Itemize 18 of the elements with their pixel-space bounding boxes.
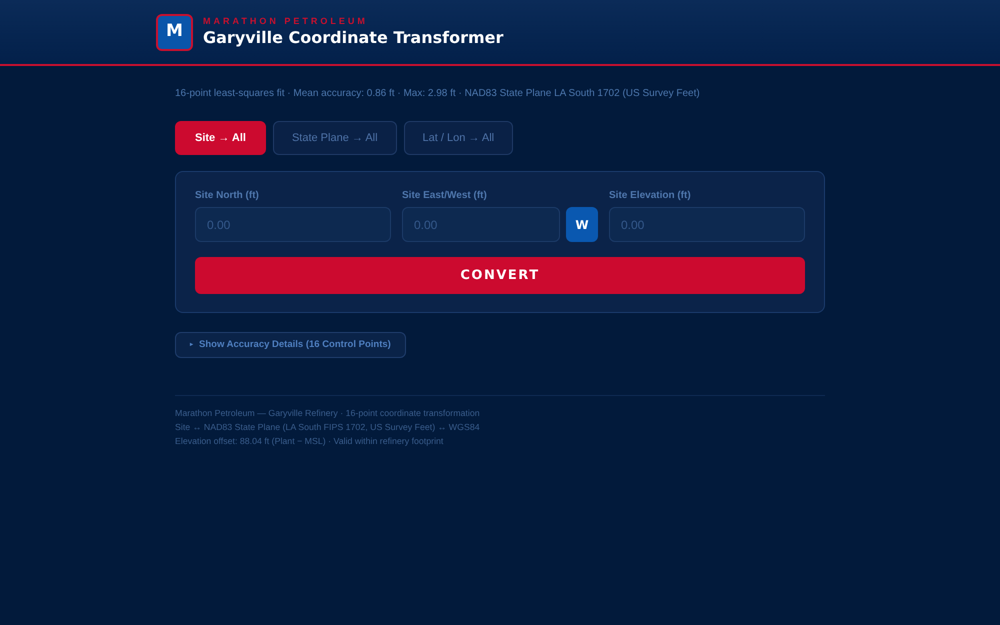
company-name: MARATHON PETROLEUM [203,16,368,26]
footer-note: Marathon Petroleum — Garyville Refinery · 16-point coordinate transformation [175,408,480,419]
input-field[interactable]: 0.00 [609,207,805,242]
fit-summary: 16-point least-squares fit · Mean accuracy: 0.86 ft · Max: 2.98 ft · NAD83 State Plane LA South 1702 (US Survey Feet) [175,87,700,101]
mode-tab[interactable]: Lat / Lon → All [404,121,514,155]
footer-note: Site ↔ NAD83 State Plane (LA South FIPS 1702, US Survey Feet) ↔ WGS84 [175,422,480,433]
convert-button[interactable]: CONVERT [195,257,805,294]
input-field[interactable]: 0.00 [195,207,391,242]
app-title: Garyville Coordinate Transformer [203,26,504,48]
footer-note: Elevation offset: 88.04 ft (Plant − MSL) · Valid within refinery footprint [175,436,444,447]
mode-tab[interactable]: State Plane → All [272,121,397,155]
mode-tab[interactable]: Site → All [175,121,266,155]
field-label: Site East/West (ft) [402,190,487,202]
logo-icon: M [156,14,193,50]
field-label: Site Elevation (ft) [609,190,691,202]
input-field[interactable]: 0.00 [402,207,560,242]
field-label: Site North (ft) [195,190,259,202]
direction-toggle-button[interactable]: W [566,207,598,242]
